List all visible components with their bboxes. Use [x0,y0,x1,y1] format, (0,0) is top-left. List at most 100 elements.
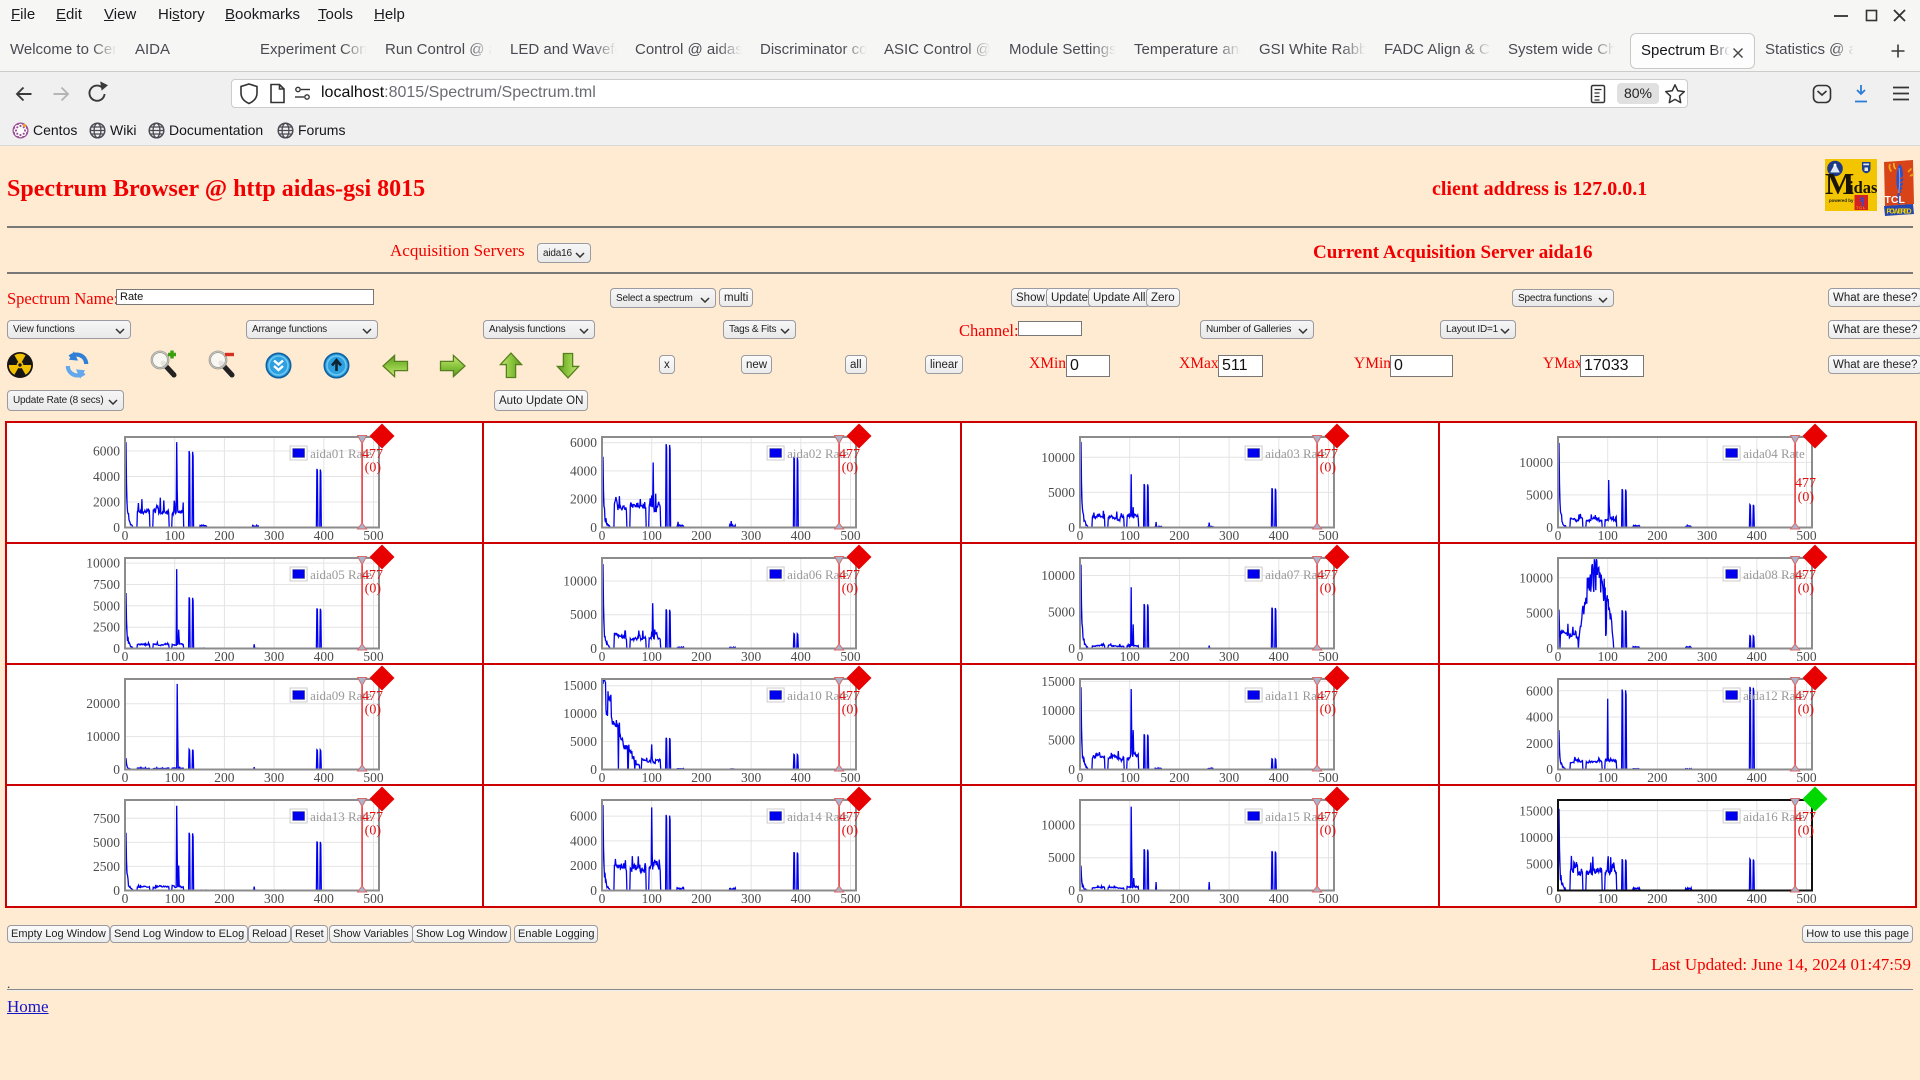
svg-text:4000: 4000 [570,833,597,848]
svg-text:TCL: TCL [1885,194,1906,206]
svg-text:500: 500 [1796,649,1817,661]
svg-text:0: 0 [1546,762,1553,777]
svg-text:0: 0 [113,641,120,656]
svg-text:300: 300 [741,528,762,540]
svg-text:0: 0 [122,770,129,782]
svg-text:15000: 15000 [1041,674,1075,689]
svg-text:300: 300 [264,770,285,782]
svg-text:0: 0 [1077,528,1084,540]
svg-text:200: 200 [1169,770,1190,782]
svg-text:100: 100 [1598,649,1619,661]
svg-text:200: 200 [1647,891,1668,906]
svg-text:400: 400 [314,649,335,661]
svg-text:2500: 2500 [93,620,120,635]
svg-text:6000: 6000 [93,444,120,459]
svg-text:300: 300 [1219,770,1240,782]
svg-text:6000: 6000 [570,809,597,824]
svg-text:0: 0 [1546,883,1553,898]
svg-text:500: 500 [363,891,384,906]
svg-text:100: 100 [1120,528,1141,540]
svg-text:10000: 10000 [86,729,120,744]
svg-text:400: 400 [314,891,335,906]
svg-text:0: 0 [1555,649,1562,661]
svg-text:200: 200 [214,891,235,906]
svg-text:400: 400 [1269,770,1290,782]
svg-text:500: 500 [1318,891,1339,906]
svg-text:0: 0 [590,641,597,656]
svg-text:aida04 Rate: aida04 Rate [1743,446,1805,461]
svg-text:0: 0 [1068,762,1075,777]
svg-text:(0): (0) [1798,824,1815,839]
svg-text:400: 400 [1747,770,1768,782]
svg-text:500: 500 [363,528,384,540]
svg-text:0: 0 [122,891,129,906]
svg-text:0: 0 [1077,649,1084,661]
svg-text:500: 500 [1796,891,1817,906]
svg-text:5000: 5000 [1526,487,1553,502]
svg-text:7500: 7500 [93,577,120,592]
svg-text:4000: 4000 [1526,710,1553,725]
svg-text:100: 100 [165,891,186,906]
svg-text:500: 500 [840,770,861,782]
svg-text:0: 0 [113,883,120,898]
svg-text:6000: 6000 [570,435,597,450]
svg-text:400: 400 [1269,528,1290,540]
svg-text:200: 200 [1647,649,1668,661]
svg-text:477: 477 [1795,476,1816,491]
svg-text:(0): (0) [1320,582,1337,597]
svg-text:4000: 4000 [570,463,597,478]
svg-text:0: 0 [590,762,597,777]
svg-text:0: 0 [1068,641,1075,656]
svg-text:300: 300 [1697,891,1718,906]
svg-text:500: 500 [363,649,384,661]
svg-text:2000: 2000 [1526,736,1553,751]
svg-text:100: 100 [642,649,663,661]
svg-text:0: 0 [599,649,606,661]
svg-text:5000: 5000 [93,835,120,850]
svg-text:powered by: powered by [1829,198,1854,203]
svg-text:(0): (0) [842,824,859,839]
svg-text:10000: 10000 [563,574,597,589]
svg-text:100: 100 [1120,891,1141,906]
svg-text:400: 400 [1747,891,1768,906]
svg-text:10000: 10000 [1519,455,1553,470]
svg-text:400: 400 [1269,891,1290,906]
svg-text:(0): (0) [1798,582,1815,597]
svg-text:10000: 10000 [1041,450,1075,465]
svg-text:(0): (0) [1320,824,1337,839]
svg-text:0: 0 [1555,891,1562,906]
svg-text:300: 300 [741,891,762,906]
svg-text:200: 200 [214,649,235,661]
svg-text:7500: 7500 [93,811,120,826]
svg-text:300: 300 [1697,528,1718,540]
svg-text:2500: 2500 [93,859,120,874]
svg-text:500: 500 [1318,649,1339,661]
svg-text:400: 400 [314,770,335,782]
svg-text:200: 200 [1169,528,1190,540]
svg-text:100: 100 [1598,528,1619,540]
svg-text:0: 0 [122,649,129,661]
svg-text:(0): (0) [1798,703,1815,718]
svg-text:200: 200 [1169,649,1190,661]
svg-text:(0): (0) [365,703,382,718]
svg-text:10000: 10000 [563,706,597,721]
svg-text:300: 300 [264,891,285,906]
svg-text:0: 0 [1068,883,1075,898]
svg-text:(0): (0) [1798,490,1815,505]
svg-text:300: 300 [1697,770,1718,782]
svg-text:0: 0 [122,528,129,540]
svg-text:0: 0 [1546,520,1553,535]
svg-text:0: 0 [590,520,597,535]
svg-text:0: 0 [1068,520,1075,535]
svg-text:200: 200 [691,891,712,906]
svg-text:100: 100 [165,649,186,661]
svg-text:10000: 10000 [1041,703,1075,718]
svg-text:200: 200 [691,528,712,540]
svg-text:5000: 5000 [1048,605,1075,620]
svg-text:10000: 10000 [1041,817,1075,832]
svg-text:10000: 10000 [1041,568,1075,583]
svg-text:300: 300 [741,649,762,661]
svg-text:500: 500 [840,528,861,540]
svg-text:0: 0 [599,528,606,540]
svg-text:200: 200 [1647,528,1668,540]
